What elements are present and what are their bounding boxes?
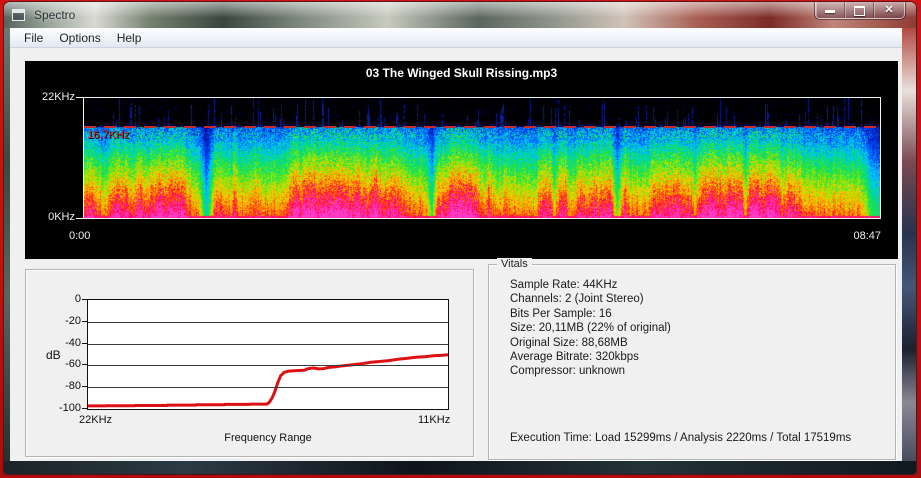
menu-item-options[interactable]: Options (51, 29, 108, 47)
gridline (88, 387, 448, 389)
vitals-line: Compressor: unknown (510, 365, 626, 378)
x-axis-left-label: 22KHz (79, 414, 113, 426)
x-axis-title: Frequency Range (224, 432, 312, 444)
close-button[interactable]: ✕ (874, 2, 904, 18)
menu-item-help[interactable]: Help (109, 29, 150, 47)
frequency-response-line (88, 353, 448, 408)
window-body: File Options Help 03 The Winged Skull Riss… (10, 28, 902, 461)
y-tick-mark (82, 342, 87, 344)
title-bar[interactable]: Spectro ✕ (4, 2, 916, 28)
freq-axis-tick-top (76, 97, 83, 98)
freq-axis-top-label: 22KHz (41, 91, 75, 103)
y-tick-mark (82, 299, 87, 300)
app-window: Spectro ✕ File Options Help 03 The Winged … (4, 2, 916, 474)
vitals-line: Sample Rate: 44KHz (510, 279, 618, 291)
y-tick-label: -80 (65, 380, 81, 393)
window-border-bottom (4, 461, 916, 474)
vitals-groupbox: Vitals Sample Rate: 44KHz Channels: 2 (Jo… (488, 258, 896, 460)
spectrogram-panel: 03 The Winged Skull Rissing.mp3 22KHz 0K… (25, 61, 898, 259)
frequency-chart-panel: dB 22KHz 11KHz Frequency Range 0 -20 -40 -6… (25, 269, 474, 457)
menu-bar: File Options Help (10, 28, 902, 48)
cutoff-dashed-line (84, 126, 880, 128)
gridline (88, 343, 448, 345)
y-tick-label: 0 (74, 293, 81, 305)
vitals-line: Channels: 2 (Joint Stereo) (510, 293, 644, 306)
gridline (88, 365, 448, 367)
menu-item-file[interactable]: File (16, 29, 51, 47)
vitals-line: Bits Per Sample: 16 (510, 307, 612, 320)
window-border-right (902, 28, 916, 474)
caption-buttons: ✕ (815, 2, 905, 19)
frequency-chart-plot (87, 299, 449, 410)
y-tick-mark (82, 408, 87, 409)
spectrogram-canvas (84, 98, 880, 218)
vitals-legend: Vitals (497, 258, 532, 270)
vitals-line: Size: 20,11MB (22% of original) (510, 322, 671, 335)
x-axis-right-label: 11KHz (418, 414, 451, 426)
client-area: 03 The Winged Skull Rissing.mp3 22KHz 0K… (10, 49, 902, 461)
maximize-button[interactable] (845, 2, 874, 18)
spectrogram-title: 03 The Winged Skull Rissing.mp3 (365, 66, 558, 80)
window-title: Spectro (34, 8, 76, 22)
spectrogram-plot[interactable]: 16,7KHz (83, 97, 881, 219)
y-tick-label: -20 (65, 314, 81, 327)
freq-axis-bottom-label: 0KHz (48, 211, 75, 223)
time-start-label: 0:00 (69, 230, 91, 242)
y-tick-label: -40 (65, 336, 81, 349)
gridline (88, 321, 448, 323)
y-tick-mark (82, 364, 87, 366)
maximize-icon (854, 6, 865, 16)
execution-time-line: Execution Time: Load 15299ms / Analysis … (510, 432, 852, 444)
vitals-line: Average Bitrate: 320kbps (510, 351, 639, 364)
y-tick-mark (82, 320, 87, 322)
minimize-icon (825, 10, 835, 13)
time-end-label: 08:47 (853, 230, 881, 242)
vitals-lines: Sample Rate: 44KHz Channels: 2 (Joint Ste… (510, 278, 671, 379)
y-tick-label: -60 (65, 358, 81, 371)
freq-axis-tick-bottom (76, 218, 83, 219)
app-icon (12, 9, 25, 21)
cutoff-label: 16,7KHz (87, 129, 130, 141)
vitals-line: Original Size: 88,68MB (510, 336, 628, 349)
y-tick-mark (82, 386, 87, 388)
minimize-button[interactable] (816, 2, 845, 18)
y-tick-label: -100 (58, 402, 81, 414)
close-icon: ✕ (884, 4, 894, 16)
